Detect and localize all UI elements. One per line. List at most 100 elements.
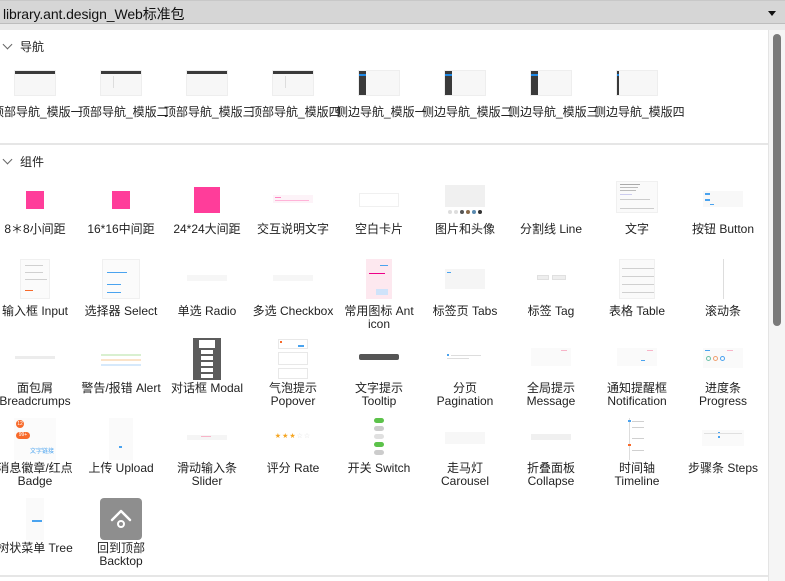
symbol-item[interactable]: 步骤条 Steps	[680, 418, 766, 475]
scrollbar-thumb[interactable]	[773, 34, 781, 326]
symbol-item[interactable]: 开关 Switch	[336, 418, 422, 475]
symbol-item[interactable]: 滑动输入条 Slider	[164, 418, 250, 488]
symbol-item[interactable]: 单选 Radio	[164, 259, 250, 318]
symbol-label: 步骤条 Steps	[687, 461, 759, 475]
vertical-scrollbar[interactable]	[768, 30, 785, 581]
symbol-item[interactable]: 分页 Pagination	[422, 340, 508, 408]
symbol-item[interactable]: 表格 Table	[594, 259, 680, 318]
symbol-item[interactable]: 树状菜单 Tree	[0, 498, 78, 555]
symbol-item[interactable]: 通知提醒框 Notification	[594, 340, 680, 408]
symbol-label: 多选 Checkbox	[252, 304, 334, 318]
thumbnail-select	[102, 259, 140, 299]
thumbnail-button	[703, 191, 743, 207]
symbol-item[interactable]: 警告/报错 Alert	[78, 340, 164, 395]
thumbnail-side-nav	[530, 70, 572, 96]
symbol-item[interactable]: 交互说明文字	[250, 185, 336, 236]
thumbnail-checkbox	[273, 275, 313, 281]
thumbnail-top-nav	[186, 70, 228, 96]
symbol-item[interactable]: 时间轴 Timeline	[594, 418, 680, 488]
symbol-label-secondary: icon	[367, 317, 390, 331]
symbol-item[interactable]: 8＊8小间距	[0, 185, 78, 236]
thumbnail-message	[531, 348, 571, 366]
symbol-item[interactable]: 图片和头像	[422, 185, 508, 236]
symbol-item[interactable]: 顶部导航_模版三	[164, 70, 255, 119]
thumbnail-backtop	[100, 498, 142, 540]
symbol-item[interactable]: 进度条 Progress	[680, 340, 766, 408]
symbol-label: 顶部导航_模版一	[0, 105, 83, 119]
symbol-item[interactable]: ★★★☆☆ 评分 Rate	[250, 418, 336, 475]
symbol-item[interactable]: 12 99+ 文字链接 消息徽章/红点 Badge	[0, 418, 78, 488]
symbol-label-secondary: Breadcrumps	[0, 394, 71, 408]
thumbnail-tabs	[445, 269, 485, 289]
symbol-item[interactable]: 对话框 Modal	[164, 338, 250, 395]
symbol-item[interactable]: 侧边导航_模版三	[508, 70, 599, 119]
symbol-item[interactable]: 24*24大间距	[164, 185, 250, 236]
thumbnail-annotation-text	[273, 195, 313, 203]
symbol-item[interactable]: 标签页 Tabs	[422, 259, 508, 318]
symbol-item[interactable]: 顶部导航_模版二	[78, 70, 169, 119]
section-title: 组件	[20, 155, 45, 169]
symbol-item[interactable]: 走马灯 Carousel	[422, 418, 508, 488]
thumbnail-ant-icon	[366, 259, 392, 299]
symbol-item[interactable]: 多选 Checkbox	[250, 259, 336, 318]
symbol-item[interactable]: 文字提示 Tooltip	[336, 340, 422, 408]
symbol-label-secondary: Progress	[698, 394, 748, 408]
thumbnail-carousel	[445, 432, 485, 444]
symbol-item[interactable]: 回到顶部 Backtop	[78, 498, 164, 568]
symbol-item[interactable]: 全局提示 Message	[508, 340, 594, 408]
thumbnail-side-nav-light	[616, 70, 658, 96]
library-selector[interactable]: library.ant.design_Web标准包	[0, 0, 785, 24]
thumbnail-popover	[278, 338, 308, 380]
symbol-label: 8＊8小间距	[4, 222, 66, 236]
symbol-label: 滚动条	[704, 304, 741, 318]
symbol-item[interactable]: 气泡提示 Popover	[250, 338, 336, 408]
section-header-components[interactable]: 组件	[0, 149, 768, 173]
symbol-label: 交互说明文字	[256, 222, 329, 236]
symbol-label-secondary: Timeline	[614, 474, 660, 488]
symbol-item[interactable]: 选择器 Select	[78, 259, 164, 318]
symbol-item[interactable]: 按钮 Button	[680, 185, 766, 236]
symbol-label-secondary: Carousel	[440, 474, 490, 488]
symbol-label: 顶部导航_模版四	[250, 105, 341, 119]
thumbnail-spacing-small	[26, 191, 44, 209]
thumbnail-notification	[617, 348, 657, 366]
back-to-top-icon	[110, 509, 132, 528]
symbol-item[interactable]: 空白卡片	[336, 185, 422, 236]
symbol-item[interactable]: 侧边导航_模版一	[336, 70, 427, 119]
symbol-item[interactable]: 顶部导航_模版一	[0, 70, 83, 119]
thumbnail-table	[619, 259, 655, 299]
symbol-item[interactable]: 文字	[594, 181, 680, 236]
thumbnail-breadcrumb	[15, 356, 55, 359]
symbol-label: 侧边导航_模版三	[508, 105, 599, 119]
symbol-item[interactable]: 输入框 Input	[0, 259, 78, 318]
symbol-item[interactable]: 折叠面板 Collapse	[508, 418, 594, 488]
chevron-down-icon[interactable]	[2, 154, 13, 165]
symbol-item[interactable]: 顶部导航_模版四	[250, 70, 341, 119]
thumbnail-top-nav	[14, 70, 56, 96]
symbol-label: 24*24大间距	[173, 222, 241, 236]
thumbnail-timeline	[627, 418, 647, 460]
symbol-library-panel: 导航 顶部导航_模版一 顶部导航_模版二 顶部导航_模版三 顶部导航_模版四 侧…	[0, 30, 768, 581]
symbol-item[interactable]: 16*16中间距	[78, 185, 164, 236]
symbol-item[interactable]: 分割线 Line	[508, 185, 594, 236]
symbol-item[interactable]: 侧边导航_模版四	[594, 70, 685, 119]
symbol-item[interactable]: 侧边导航_模版二	[422, 70, 513, 119]
chevron-down-icon[interactable]	[2, 39, 13, 50]
symbol-item[interactable]: 滚动条	[680, 259, 766, 318]
symbol-item[interactable]: 常用图标 Ant icon	[336, 259, 422, 331]
symbol-label-secondary: Pagination	[436, 394, 494, 408]
symbol-label: 上传 Upload	[88, 461, 154, 475]
symbol-item[interactable]: 上传 Upload	[78, 418, 164, 475]
symbol-label: 空白卡片	[354, 222, 403, 236]
symbol-item[interactable]: 面包屑 Breadcrumps	[0, 340, 78, 408]
library-title: library.ant.design_Web标准包	[3, 6, 185, 22]
symbol-label-secondary: Collapse	[527, 474, 575, 488]
symbol-label: 图片和头像	[434, 222, 495, 236]
section-header-nav[interactable]: 导航	[0, 34, 768, 58]
symbol-item[interactable]: 标签 Tag	[508, 259, 594, 318]
symbol-label-secondary: Badge	[17, 474, 53, 488]
symbol-label: 侧边导航_模版二	[422, 105, 513, 119]
symbol-label: 树状菜单 Tree	[0, 541, 73, 555]
symbol-label-secondary: Backtop	[99, 554, 143, 568]
triangle-down-icon[interactable]	[768, 11, 776, 16]
